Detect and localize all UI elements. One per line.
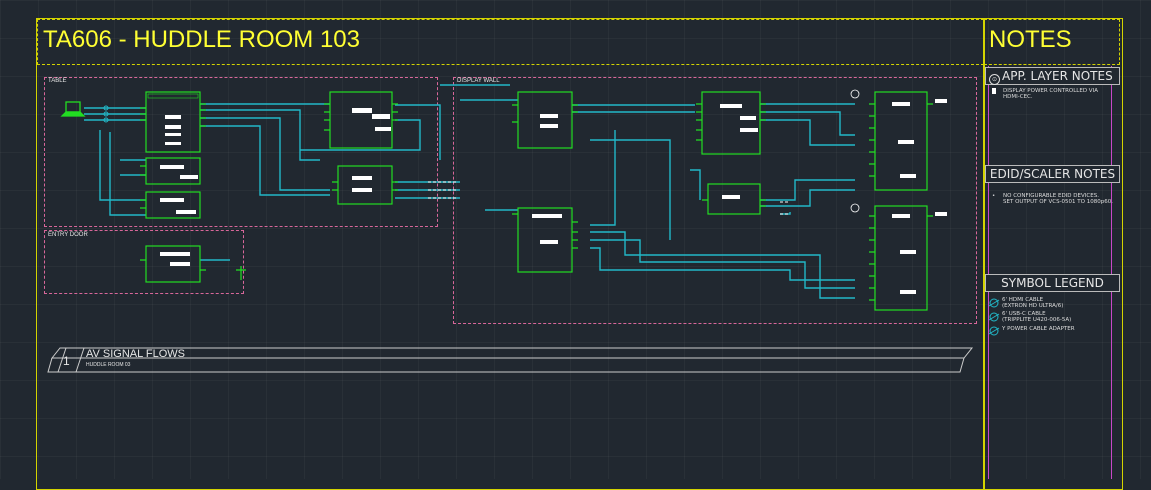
- notes-rail-left: [988, 66, 989, 479]
- device-usb-hub: [145, 191, 201, 219]
- edid-note-line: SET OUTPUT OF VCS-0501 TO 1080p60.: [1003, 199, 1113, 205]
- device-scaler: [701, 91, 761, 155]
- edid-notes-heading: EDID/SCALER NOTES: [985, 165, 1120, 183]
- symbol-legend-heading: SYMBOL LEGEND: [985, 274, 1120, 292]
- drawing-number: 1: [63, 354, 70, 368]
- legend-text: 6' USB-C CABLE (TRIPPLITE U420-006-5A): [1002, 311, 1072, 323]
- notes-title: NOTES: [989, 26, 1072, 53]
- legend-text: Y POWER CABLE ADAPTER: [1002, 326, 1075, 332]
- symbol-legend: 6' HDMI CABLE (EXTRON HD ULTRA/6) 6' USB-…: [988, 297, 1113, 337]
- app-layer-heading-text: APP. LAYER NOTES: [1002, 69, 1113, 83]
- cable-symbol-icon: [988, 326, 1000, 336]
- cable-symbol-icon: [988, 312, 1000, 322]
- legend-item: 6' HDMI CABLE (EXTRON HD ULTRA/6): [988, 297, 1113, 311]
- drawing-title: AV SIGNAL FLOWS: [86, 348, 186, 360]
- app-layer-note-line: HDMI-CEC.: [1003, 94, 1033, 100]
- legend-item: Y POWER CABLE ADAPTER: [988, 325, 1113, 337]
- legend-item: 6' USB-C CABLE (TRIPPLITE U420-006-5A): [988, 311, 1113, 325]
- drawing-subtitle: HUDDLE ROOM 03: [86, 362, 131, 368]
- note-marker-icon: ⊙: [989, 74, 1000, 85]
- device-camera: [517, 91, 573, 149]
- app-layer-notes-heading: ⊙ APP. LAYER NOTES: [985, 67, 1120, 85]
- drawing-title-band: [47, 347, 974, 373]
- signal-flow-diagram: [47, 84, 974, 373]
- app-layer-note: DISPLAY POWER CONTROLLED VIA HDMI-CEC.: [1003, 88, 1111, 100]
- note-bullet-icon: [992, 88, 996, 94]
- device-port-stubs: [140, 103, 933, 301]
- cable-symbol-icon: [988, 298, 1000, 308]
- device-switcher-module: [145, 157, 201, 185]
- laptop-icon: [60, 101, 86, 117]
- device-detail-marks: [147, 93, 947, 294]
- device-codec: [329, 91, 393, 149]
- device-usb-extender: [337, 165, 393, 205]
- edid-bullet-icon: •: [992, 193, 996, 199]
- device-display-2: [874, 205, 928, 311]
- legend-text: 6' HDMI CABLE (EXTRON HD ULTRA/6): [1002, 297, 1064, 309]
- notes-rail-right: [1111, 66, 1112, 479]
- edid-note: NO CONFIGURABLE EDID DEVICES. SET OUTPUT…: [1003, 193, 1113, 205]
- display-power-icon: [850, 89, 860, 213]
